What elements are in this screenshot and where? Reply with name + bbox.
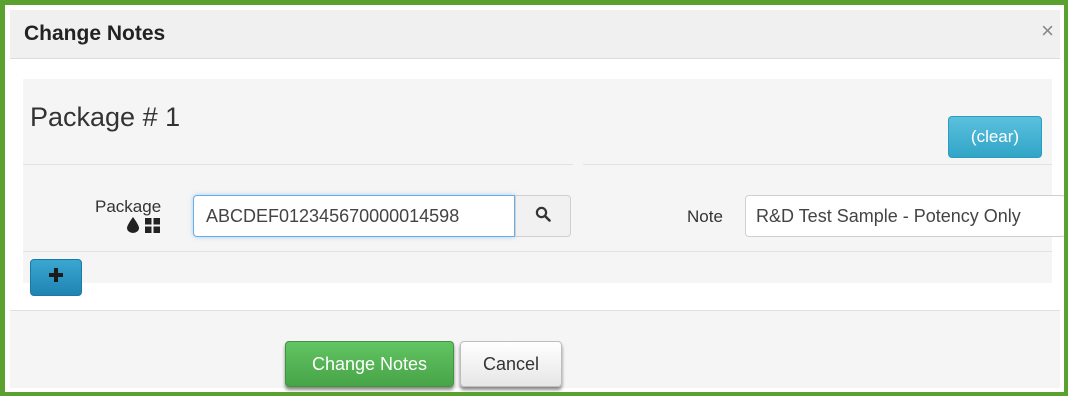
search-icon — [535, 206, 551, 227]
add-package-button[interactable] — [30, 259, 82, 296]
plus-icon — [49, 268, 63, 287]
cancel-button[interactable]: Cancel — [460, 341, 562, 387]
change-notes-button[interactable]: Change Notes — [285, 341, 454, 387]
dialog-title: Change Notes — [24, 22, 166, 45]
close-icon[interactable]: × — [1041, 20, 1054, 42]
grid-icon — [145, 217, 160, 238]
package-field-row: Package Note — [23, 165, 1064, 252]
dialog-header: Change Notes × — [10, 10, 1060, 59]
package-panel: Package # 1 (clear) Package ABCDEF012345… — [23, 79, 1064, 296]
package-search-button[interactable] — [515, 195, 571, 237]
package-heading: Package # 1 — [30, 102, 181, 132]
dialog-footer: Change Notes Cancel — [10, 310, 1060, 388]
note-label: Note — [687, 207, 723, 226]
dialog-body: Package # 1 (clear) Package ABCDEF012345… — [10, 59, 1064, 309]
highlight-frame: Change Notes × Package # 1 (clear) Packa… — [0, 0, 1068, 396]
droplet-icon — [127, 217, 139, 238]
clear-button[interactable]: (clear) — [948, 116, 1042, 158]
package-label: Package — [95, 197, 162, 216]
note-input[interactable] — [745, 195, 1064, 237]
package-label-icons — [127, 217, 160, 238]
package-input[interactable] — [193, 195, 515, 237]
